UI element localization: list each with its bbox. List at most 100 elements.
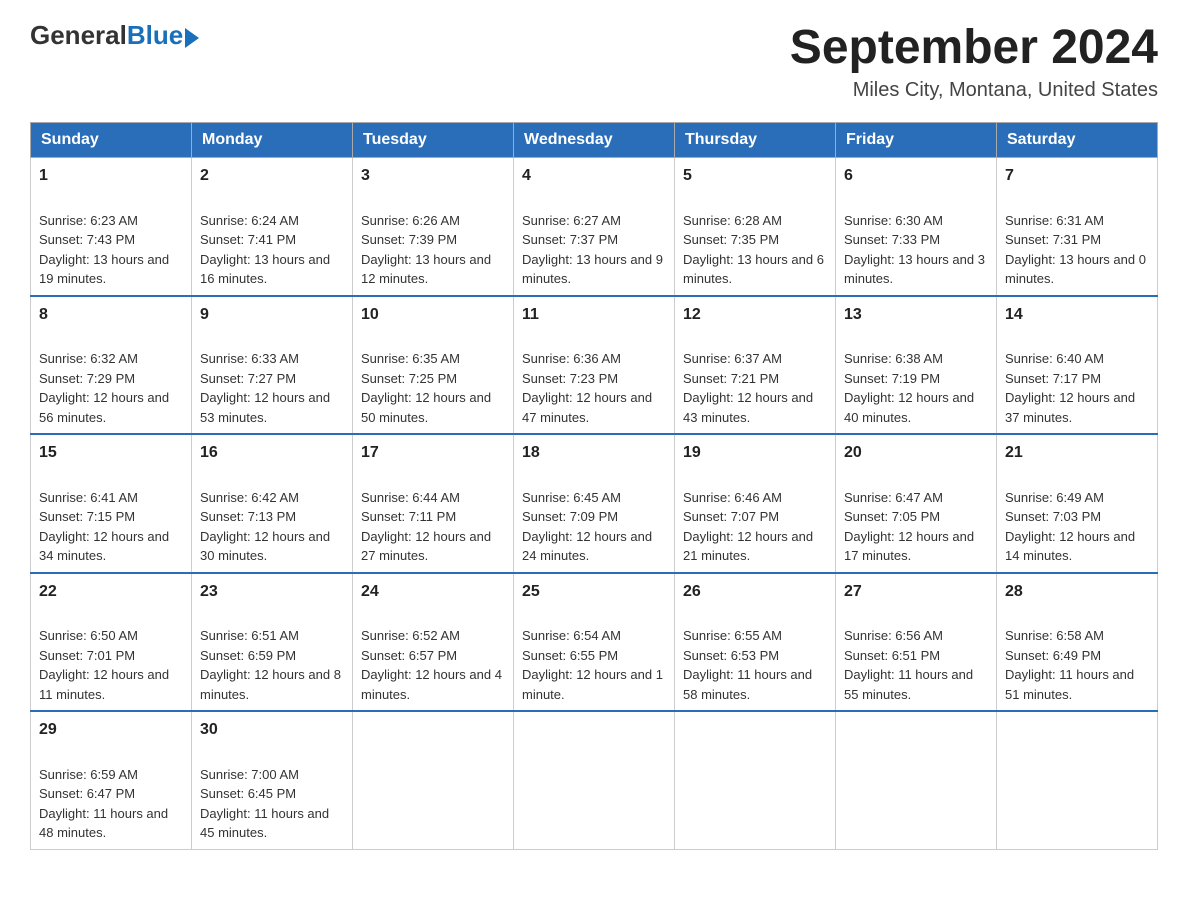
logo-blue-text: Blue (127, 20, 183, 51)
table-row: 24Sunrise: 6:52 AMSunset: 6:57 PMDayligh… (353, 573, 514, 712)
sunrise-text: Sunrise: 6:24 AM (200, 213, 299, 228)
daylight-text: Daylight: 12 hours and 53 minutes. (200, 390, 330, 425)
daylight-text: Daylight: 12 hours and 30 minutes. (200, 529, 330, 564)
table-row (997, 711, 1158, 849)
sunrise-text: Sunrise: 6:40 AM (1005, 351, 1104, 366)
day-number: 15 (39, 441, 183, 465)
sunset-text: Sunset: 7:43 PM (39, 232, 135, 247)
table-row: 17Sunrise: 6:44 AMSunset: 7:11 PMDayligh… (353, 434, 514, 573)
daylight-text: Daylight: 13 hours and 19 minutes. (39, 252, 169, 287)
table-row: 22Sunrise: 6:50 AMSunset: 7:01 PMDayligh… (31, 573, 192, 712)
day-number: 30 (200, 718, 344, 742)
sunset-text: Sunset: 6:55 PM (522, 648, 618, 663)
sunset-text: Sunset: 6:51 PM (844, 648, 940, 663)
sunrise-text: Sunrise: 6:59 AM (39, 767, 138, 782)
sunrise-text: Sunrise: 6:32 AM (39, 351, 138, 366)
logo-arrow-icon (185, 28, 199, 48)
header-thursday: Thursday (675, 123, 836, 158)
daylight-text: Daylight: 13 hours and 9 minutes. (522, 252, 663, 287)
sunrise-text: Sunrise: 6:30 AM (844, 213, 943, 228)
day-number: 27 (844, 580, 988, 604)
day-number: 28 (1005, 580, 1149, 604)
daylight-text: Daylight: 11 hours and 55 minutes. (844, 667, 973, 702)
location-text: Miles City, Montana, United States (790, 79, 1158, 102)
daylight-text: Daylight: 12 hours and 56 minutes. (39, 390, 169, 425)
sunset-text: Sunset: 6:45 PM (200, 786, 296, 801)
sunrise-text: Sunrise: 6:56 AM (844, 628, 943, 643)
table-row: 28Sunrise: 6:58 AMSunset: 6:49 PMDayligh… (997, 573, 1158, 712)
table-row: 4Sunrise: 6:27 AMSunset: 7:37 PMDaylight… (514, 158, 675, 296)
sunrise-text: Sunrise: 6:23 AM (39, 213, 138, 228)
daylight-text: Daylight: 12 hours and 40 minutes. (844, 390, 974, 425)
daylight-text: Daylight: 11 hours and 48 minutes. (39, 806, 168, 841)
sunset-text: Sunset: 7:05 PM (844, 509, 940, 524)
table-row (514, 711, 675, 849)
daylight-text: Daylight: 12 hours and 37 minutes. (1005, 390, 1135, 425)
sunset-text: Sunset: 7:39 PM (361, 232, 457, 247)
day-number: 1 (39, 164, 183, 188)
day-number: 13 (844, 303, 988, 327)
calendar-week-row: 29Sunrise: 6:59 AMSunset: 6:47 PMDayligh… (31, 711, 1158, 849)
calendar-table: Sunday Monday Tuesday Wednesday Thursday… (30, 122, 1158, 850)
sunset-text: Sunset: 7:03 PM (1005, 509, 1101, 524)
daylight-text: Daylight: 12 hours and 1 minute. (522, 667, 663, 702)
sunset-text: Sunset: 7:29 PM (39, 371, 135, 386)
table-row: 14Sunrise: 6:40 AMSunset: 7:17 PMDayligh… (997, 296, 1158, 435)
sunrise-text: Sunrise: 6:38 AM (844, 351, 943, 366)
table-row: 9Sunrise: 6:33 AMSunset: 7:27 PMDaylight… (192, 296, 353, 435)
sunset-text: Sunset: 7:37 PM (522, 232, 618, 247)
sunrise-text: Sunrise: 6:33 AM (200, 351, 299, 366)
table-row: 3Sunrise: 6:26 AMSunset: 7:39 PMDaylight… (353, 158, 514, 296)
daylight-text: Daylight: 13 hours and 6 minutes. (683, 252, 824, 287)
sunset-text: Sunset: 7:11 PM (361, 509, 456, 524)
sunrise-text: Sunrise: 6:28 AM (683, 213, 782, 228)
daylight-text: Daylight: 12 hours and 4 minutes. (361, 667, 502, 702)
sunrise-text: Sunrise: 6:45 AM (522, 490, 621, 505)
table-row: 30Sunrise: 7:00 AMSunset: 6:45 PMDayligh… (192, 711, 353, 849)
table-row: 2Sunrise: 6:24 AMSunset: 7:41 PMDaylight… (192, 158, 353, 296)
sunrise-text: Sunrise: 6:42 AM (200, 490, 299, 505)
day-number: 10 (361, 303, 505, 327)
day-number: 20 (844, 441, 988, 465)
table-row: 8Sunrise: 6:32 AMSunset: 7:29 PMDaylight… (31, 296, 192, 435)
sunrise-text: Sunrise: 6:52 AM (361, 628, 460, 643)
calendar-week-row: 15Sunrise: 6:41 AMSunset: 7:15 PMDayligh… (31, 434, 1158, 573)
daylight-text: Daylight: 11 hours and 58 minutes. (683, 667, 812, 702)
sunset-text: Sunset: 6:53 PM (683, 648, 779, 663)
sunrise-text: Sunrise: 6:31 AM (1005, 213, 1104, 228)
daylight-text: Daylight: 12 hours and 50 minutes. (361, 390, 491, 425)
day-number: 21 (1005, 441, 1149, 465)
daylight-text: Daylight: 11 hours and 51 minutes. (1005, 667, 1134, 702)
sunrise-text: Sunrise: 6:54 AM (522, 628, 621, 643)
sunset-text: Sunset: 7:13 PM (200, 509, 296, 524)
sunset-text: Sunset: 7:25 PM (361, 371, 457, 386)
daylight-text: Daylight: 11 hours and 45 minutes. (200, 806, 329, 841)
table-row: 20Sunrise: 6:47 AMSunset: 7:05 PMDayligh… (836, 434, 997, 573)
table-row: 1 Sunrise: 6:23 AM Sunset: 7:43 PM Daylight… (31, 158, 192, 296)
sunset-text: Sunset: 7:07 PM (683, 509, 779, 524)
daylight-text: Daylight: 12 hours and 11 minutes. (39, 667, 169, 702)
table-row: 11Sunrise: 6:36 AMSunset: 7:23 PMDayligh… (514, 296, 675, 435)
day-number: 14 (1005, 303, 1149, 327)
daylight-text: Daylight: 12 hours and 21 minutes. (683, 529, 813, 564)
table-row: 13 Sunrise: 6:38 AM Sunset: 7:19 PM Dayligh… (836, 296, 997, 435)
daylight-text: Daylight: 12 hours and 8 minutes. (200, 667, 341, 702)
sunset-text: Sunset: 6:57 PM (361, 648, 457, 663)
daylight-text: Daylight: 12 hours and 47 minutes. (522, 390, 652, 425)
table-row: 12Sunrise: 6:37 AMSunset: 7:21 PMDayligh… (675, 296, 836, 435)
sunset-text: Sunset: 7:31 PM (1005, 232, 1101, 247)
sunrise-text: Sunrise: 6:58 AM (1005, 628, 1104, 643)
table-row: 29Sunrise: 6:59 AMSunset: 6:47 PMDayligh… (31, 711, 192, 849)
sunrise-text: Sunrise: 6:27 AM (522, 213, 621, 228)
sunset-text: Sunset: 7:41 PM (200, 232, 296, 247)
sunrise-text: Sunrise: 6:51 AM (200, 628, 299, 643)
day-number: 29 (39, 718, 183, 742)
sunset-text: Sunset: 7:19 PM (844, 371, 940, 386)
sunrise-text: Sunrise: 6:36 AM (522, 351, 621, 366)
page-header: General Blue September 2024 Miles City, … (30, 20, 1158, 102)
table-row (353, 711, 514, 849)
sunset-text: Sunset: 7:09 PM (522, 509, 618, 524)
sunset-text: Sunset: 7:01 PM (39, 648, 135, 663)
table-row: 23Sunrise: 6:51 AMSunset: 6:59 PMDayligh… (192, 573, 353, 712)
table-row: 10Sunrise: 6:35 AMSunset: 7:25 PMDayligh… (353, 296, 514, 435)
